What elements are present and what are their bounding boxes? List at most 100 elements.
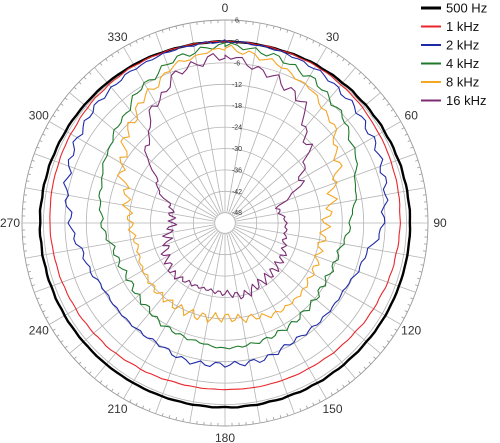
grid-spoke [34, 153, 216, 220]
ring-tick [83, 366, 87, 370]
ring-tick [272, 416, 275, 421]
ring-tick [386, 103, 390, 106]
radial-tick-label: 6 [235, 18, 239, 25]
ring-tick [382, 97, 386, 101]
ring-tick [73, 356, 77, 360]
ring-tick [390, 334, 394, 337]
ring-tick [175, 416, 178, 421]
ring-tick [404, 310, 408, 313]
ring-tick [266, 418, 268, 422]
ring-tick [148, 408, 151, 412]
ring-tick [368, 361, 372, 365]
radial-tick-label: -12 [232, 82, 242, 89]
legend-item: 1 kHz [421, 19, 479, 34]
ring-tick [418, 173, 423, 176]
polar-grid [21, 19, 429, 427]
angle-tick-label: 270 [0, 216, 20, 230]
ring-tick [182, 418, 184, 422]
ring-tick [363, 76, 367, 80]
ring-tick [56, 109, 60, 112]
ring-tick [330, 50, 333, 54]
radial-tick-label: -24 [232, 125, 242, 132]
legend-item: 16 kHz [421, 93, 486, 108]
ring-tick [161, 29, 164, 33]
angle-tick-label: 330 [107, 30, 127, 44]
ring-tick [52, 328, 56, 331]
grid-spoke [226, 23, 261, 213]
ring-tick [266, 24, 268, 28]
ring-tick [390, 109, 394, 112]
ring-tick [368, 81, 372, 85]
ring-tick [336, 54, 339, 58]
ring-tick [88, 71, 92, 75]
ring-tick [117, 50, 120, 54]
radial-tick-label: 0 [235, 39, 239, 46]
ring-tick [410, 297, 414, 300]
angle-tick-label: 60 [405, 109, 419, 123]
angle-tick-label: 90 [433, 216, 447, 230]
angle-tick-label: 240 [29, 324, 49, 338]
ring-tick [36, 146, 40, 149]
ring-tick [420, 264, 424, 266]
ring-tick [330, 392, 333, 396]
ring-tick [26, 180, 30, 182]
ring-tick [60, 340, 64, 343]
ring-tick [111, 54, 114, 58]
ring-tick [358, 371, 362, 375]
ring-tick [182, 24, 184, 28]
ring-tick [129, 43, 132, 47]
legend-item: 8 kHz [421, 75, 479, 90]
ring-tick [373, 356, 377, 360]
ring-tick [363, 366, 367, 370]
ring-tick [418, 270, 423, 273]
legend: 500 Hz 1 kHz 2 kHz 4 kHz 8 kHz 16 kHz [421, 1, 487, 108]
ring-tick [394, 115, 398, 118]
ring-tick [26, 264, 30, 266]
ring-tick [142, 405, 145, 409]
angle-tick-label: 0 [222, 1, 229, 15]
angle-tick-label: 180 [215, 431, 235, 443]
ring-tick [342, 58, 345, 62]
ring-tick [347, 380, 351, 384]
ring-tick [305, 405, 308, 409]
ring-tick [279, 27, 282, 31]
ring-tick [299, 34, 302, 38]
angle-tick-label: 120 [401, 324, 421, 338]
legend-item: 500 Hz [421, 1, 487, 16]
ring-tick [88, 371, 92, 375]
ring-tick [142, 37, 145, 41]
angle-tick-label: 300 [29, 109, 49, 123]
ring-tick [148, 34, 151, 38]
legend-label: 8 kHz [446, 75, 479, 90]
ring-tick [417, 166, 421, 169]
radial-tick-label: -6 [234, 60, 240, 67]
ring-tick [135, 402, 138, 406]
ring-tick [161, 413, 164, 417]
ring-tick [420, 180, 424, 182]
ring-tick [60, 103, 64, 106]
ring-tick [64, 345, 68, 349]
ring-tick [52, 115, 56, 118]
radial-tick-label: -48 [232, 210, 242, 217]
ring-tick [78, 361, 82, 365]
ring-tick [117, 392, 120, 396]
ring-tick [382, 345, 386, 349]
ring-tick [56, 334, 60, 337]
ring-tick [407, 303, 411, 306]
ring-tick [27, 270, 32, 273]
ring-tick [312, 402, 315, 406]
axis-labels: 030609012015018021024027030033060-6-12-1… [0, 1, 447, 443]
ring-tick [42, 133, 46, 136]
ring-tick [64, 97, 68, 101]
grid-spoke [155, 232, 222, 414]
grid-spoke [189, 233, 224, 423]
angle-tick-label: 30 [326, 30, 340, 44]
ring-tick [417, 277, 421, 280]
ring-tick [386, 340, 390, 343]
ring-tick [358, 71, 362, 75]
ring-tick [27, 173, 32, 176]
ring-tick [45, 127, 49, 130]
ring-tick [373, 86, 377, 90]
ring-tick [111, 388, 114, 392]
legend-label: 1 kHz [446, 19, 479, 34]
